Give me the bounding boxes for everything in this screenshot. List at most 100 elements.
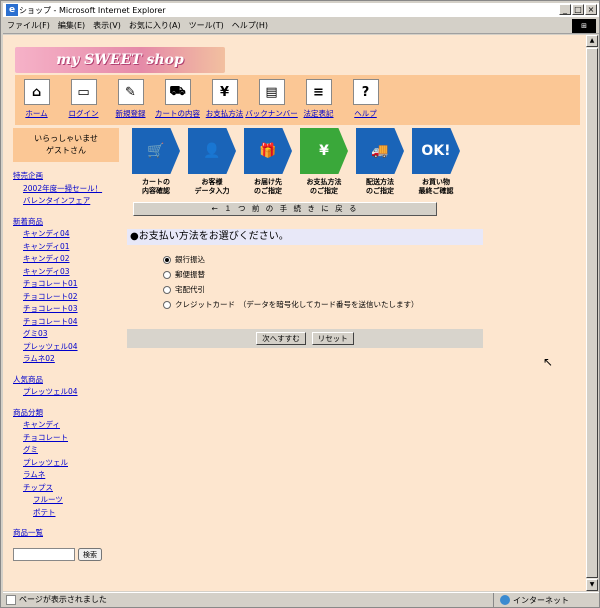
nav-item[interactable]: ⌂ ホーム — [15, 79, 58, 119]
sidebar-link[interactable]: キャンディ — [13, 419, 119, 432]
main-panel: 🛒 カートの 内容確認 👤 お客様 データ入力 🎁 お届け先 のご指定 ¥ お支払方法 のご指定 🚚 配送… — [127, 128, 487, 348]
greeting-line2: ゲストさん — [46, 146, 86, 155]
nav-item[interactable]: ✎ 新規登録 — [109, 79, 152, 119]
nav-link[interactable]: 新規登録 — [116, 108, 146, 119]
nav-link[interactable]: バックナンバー — [245, 108, 298, 119]
step-label: お客様 データ入力 — [195, 178, 230, 196]
nav-link[interactable]: カートの内容 — [155, 108, 200, 119]
menu-item[interactable]: ツール(T) — [189, 20, 224, 31]
sidebar-link[interactable]: チップス — [13, 482, 119, 495]
sidebar-link[interactable]: プレッツェル — [13, 457, 119, 470]
nav-link[interactable]: ヘルプ — [354, 108, 377, 119]
nav-item[interactable]: ▭ ログイン — [62, 79, 105, 119]
subcategory-link[interactable]: フルーツ — [13, 494, 119, 507]
nav-item[interactable]: ≡ 法定表記 — [297, 79, 340, 119]
checkout-step[interactable]: 🚚 配送方法 のご指定 — [355, 128, 405, 196]
radio-button[interactable] — [163, 270, 171, 279]
sidebar-link[interactable]: チョコレート01 — [13, 278, 119, 291]
payment-option-label: 宅配代引 — [175, 285, 205, 294]
back-button[interactable]: ← １ つ 前 の 手 続 き に 戻 る — [133, 202, 437, 216]
section-title[interactable]: 人気商品 — [13, 374, 119, 387]
payment-option[interactable]: 郵便振替 — [163, 267, 487, 282]
reset-button[interactable]: リセット — [311, 332, 354, 345]
radio-button[interactable] — [163, 300, 171, 309]
all-products-section: 商品一覧 — [13, 527, 119, 540]
sidebar-link[interactable]: バレンタインフェア — [13, 195, 119, 208]
section-title[interactable]: 商品分類 — [13, 407, 119, 420]
nav-link[interactable]: ホーム — [25, 108, 47, 119]
minimize-button[interactable]: _ — [559, 4, 571, 15]
step-label: お届け先 のご指定 — [254, 178, 282, 196]
nav-link[interactable]: 法定表記 — [304, 108, 334, 119]
section-title[interactable]: 新着商品 — [13, 216, 119, 229]
sidebar-link[interactable]: チョコレート03 — [13, 303, 119, 316]
nav-item[interactable]: ¥ お支払方法 — [203, 79, 246, 119]
sidebar-link[interactable]: チョコレート04 — [13, 316, 119, 329]
search-button[interactable]: 検索 — [78, 547, 102, 561]
sidebar-link[interactable]: キャンディ02 — [13, 253, 119, 266]
checkout-step[interactable]: 🛒 カートの 内容確認 — [131, 128, 181, 196]
sidebar-link[interactable]: グミ — [13, 444, 119, 457]
subcategory-link[interactable]: ポテト — [13, 507, 119, 520]
step-label-line2: のご指定 — [254, 187, 282, 195]
step-label-line1: お届け先 — [254, 178, 282, 186]
payment-option-label: 郵便振替 — [175, 270, 205, 279]
checkout-step[interactable]: ¥ お支払方法 のご指定 — [299, 128, 349, 196]
sidebar-link[interactable]: プレッツェル04 — [13, 386, 119, 399]
checkout-step[interactable]: 👤 お客様 データ入力 — [187, 128, 237, 196]
scroll-thumb[interactable] — [586, 48, 598, 578]
sidebar-link[interactable]: ラムネ02 — [13, 353, 119, 366]
payment-option[interactable]: クレジットカード （データを暗号化してカード番号を送信いたします） — [163, 297, 487, 312]
search-input[interactable] — [13, 547, 75, 561]
status-bar: ページが表示されました インターネット — [3, 592, 599, 607]
radio-button[interactable] — [163, 285, 171, 294]
menu-item[interactable]: 表示(V) — [93, 20, 121, 31]
person-step-icon: 👤 — [188, 128, 236, 174]
scroll-up-icon[interactable]: ▲ — [586, 35, 598, 47]
sidebar-link[interactable]: プレッツェル04 — [13, 341, 119, 354]
next-button[interactable]: 次へすすむ — [256, 332, 306, 345]
menu-item[interactable]: ファイル(F) — [7, 20, 50, 31]
menu-item[interactable]: お気に入り(A) — [129, 20, 181, 31]
search-box: 検索 — [13, 547, 119, 561]
step-label-line2: 内容確認 — [142, 187, 170, 195]
step-label-line2: データ入力 — [194, 187, 230, 195]
sidebar-link[interactable]: キャンディ04 — [13, 228, 119, 241]
card-step-icon: ¥ — [300, 128, 348, 174]
sidebar-link[interactable]: ラムネ — [13, 469, 119, 482]
maximize-button[interactable]: □ — [572, 4, 584, 15]
nav-item[interactable]: ▤ バックナンバー — [245, 79, 298, 119]
sidebar-link[interactable]: グミ03 — [13, 328, 119, 341]
checkout-step[interactable]: OK! お買い物 最終ご確認 — [411, 128, 461, 196]
step-label-line2: のご指定 — [366, 187, 394, 195]
category-section: 商品分類 キャンディ チョコレート グミ プレッツェル ラムネ チップス フルーツ ポテト — [13, 407, 119, 520]
step-label: カートの 内容確認 — [142, 178, 170, 196]
nav-link[interactable]: お支払方法 — [206, 108, 244, 119]
close-button[interactable]: × — [585, 4, 597, 15]
nav-item[interactable]: ? ヘルプ — [344, 79, 387, 119]
sidebar-link[interactable]: チョコレート — [13, 432, 119, 445]
section-title[interactable]: 特売企画 — [13, 170, 119, 183]
all-products-link[interactable]: 商品一覧 — [13, 527, 119, 540]
menu-bar: ⊞ ファイル(F) 編集(E) 表示(V) お気に入り(A) ツール(T) ヘルプ(H) — [3, 18, 599, 34]
menu-item[interactable]: 編集(E) — [58, 20, 85, 31]
shop-logo[interactable]: my SWEET shop — [15, 47, 225, 73]
sidebar-link[interactable]: チョコレート02 — [13, 291, 119, 304]
ok-step-icon: OK! — [412, 128, 460, 174]
cart-icon: ⛟ — [164, 79, 191, 105]
step-label: お買い物 最終ご確認 — [419, 178, 454, 196]
checkout-steps: 🛒 カートの 内容確認 👤 お客様 データ入力 🎁 お届け先 のご指定 ¥ お支払方法 のご指定 🚚 配送… — [131, 128, 487, 196]
vertical-scrollbar[interactable]: ▲ ▼ — [586, 35, 598, 591]
menu-item[interactable]: ヘルプ(H) — [232, 20, 268, 31]
scroll-down-icon[interactable]: ▼ — [586, 579, 598, 591]
sidebar-link[interactable]: キャンディ03 — [13, 266, 119, 279]
step-label-line1: 配送方法 — [366, 178, 394, 186]
radio-button[interactable] — [163, 255, 171, 264]
nav-item[interactable]: ⛟ カートの内容 — [155, 79, 200, 119]
payment-option[interactable]: 銀行振込 — [163, 252, 487, 267]
nav-link[interactable]: ログイン — [69, 108, 99, 119]
payment-option[interactable]: 宅配代引 — [163, 282, 487, 297]
checkout-step[interactable]: 🎁 お届け先 のご指定 — [243, 128, 293, 196]
sidebar-link[interactable]: キャンディ01 — [13, 241, 119, 254]
sidebar-link[interactable]: 2002年度一掃セール！ — [13, 183, 119, 196]
